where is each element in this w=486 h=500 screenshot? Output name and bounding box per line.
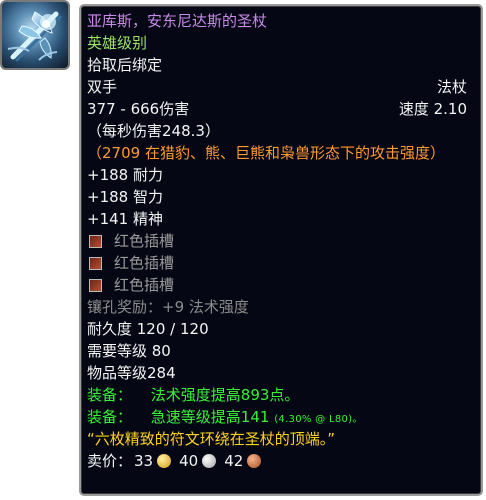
silver-coin-icon: [202, 454, 217, 468]
bind-status: 拾取后绑定: [87, 56, 163, 74]
item-level: 物品等级284: [87, 364, 176, 382]
red-socket-row-1: 红色插槽: [87, 230, 475, 252]
red-socket-icon: [89, 256, 102, 270]
equip-prefix: 装备：: [87, 386, 133, 404]
item-tooltip: 亚库斯，安东尼达斯的圣杖 英雄级别 拾取后绑定 双手 法杖 377 - 666伤…: [79, 4, 483, 496]
equip-spell-power-text: 法术强度提高893点。: [150, 386, 300, 404]
equip-haste-text: 急速等级提高141: [150, 408, 270, 426]
red-socket-icon: [89, 234, 102, 248]
damage-per-second: （每秒伤害248.3）: [87, 122, 220, 140]
red-socket-icon: [89, 278, 102, 292]
weapon-speed: 速度 2.10: [398, 100, 467, 118]
ice-staff-icon-art: [7, 11, 62, 62]
sell-price-label: 卖价：: [87, 452, 133, 470]
silver-amount: 40: [179, 452, 199, 470]
feral-attack-power: （2709 在猎豹、熊、巨熊和枭兽形态下的攻击强度）: [87, 144, 445, 162]
sell-price: 卖价： 33 40 42: [87, 450, 475, 472]
ice-staff-icon[interactable]: [0, 0, 70, 70]
gold-coin-icon: [157, 454, 172, 468]
gold-amount: 33: [134, 452, 154, 470]
required-level: 需要等级 80: [87, 342, 171, 360]
equip-haste-rating: 装备： 急速等级提高141 (4.30% @ L80)。: [87, 406, 475, 428]
red-socket-row-3: 红色插槽: [87, 274, 475, 296]
damage-speed-row: 377 - 666伤害 速度 2.10: [87, 98, 475, 120]
equip-prefix: 装备：: [87, 408, 133, 426]
damage-range: 377 - 666伤害: [87, 100, 190, 118]
item-slot: 双手: [87, 78, 118, 96]
slot-type-row: 双手 法杖: [87, 76, 475, 98]
wow-item-tooltip-screen: 亚库斯，安东尼达斯的圣杖 英雄级别 拾取后绑定 双手 法杖 377 - 666伤…: [0, 0, 486, 500]
copper-coin-icon: [247, 454, 262, 468]
red-socket-row-2: 红色插槽: [87, 252, 475, 274]
item-name[interactable]: 亚库斯，安东尼达斯的圣杖: [87, 10, 475, 32]
haste-percent-note: (4.30% @ L80)。: [274, 414, 363, 425]
socket-bonus: 镶孔奖励：+9 法术强度: [87, 298, 249, 316]
equip-spell-power: 装备： 法术强度提高893点。: [87, 384, 475, 406]
stat-stamina: +188 耐力: [87, 166, 163, 184]
durability: 耐久度 120 / 120: [87, 320, 209, 338]
red-socket-label: 红色插槽: [114, 232, 175, 250]
stat-intellect: +188 智力: [87, 188, 163, 206]
red-socket-label: 红色插槽: [114, 254, 175, 272]
item-type: 法杖: [436, 78, 467, 96]
item-quality: 英雄级别: [87, 34, 148, 52]
copper-amount: 42: [224, 452, 244, 470]
stat-spirit: +141 精神: [87, 210, 163, 228]
red-socket-label: 红色插槽: [114, 276, 175, 294]
flavor-text: “六枚精致的符文环绕在圣杖的顶端。”: [87, 430, 336, 448]
